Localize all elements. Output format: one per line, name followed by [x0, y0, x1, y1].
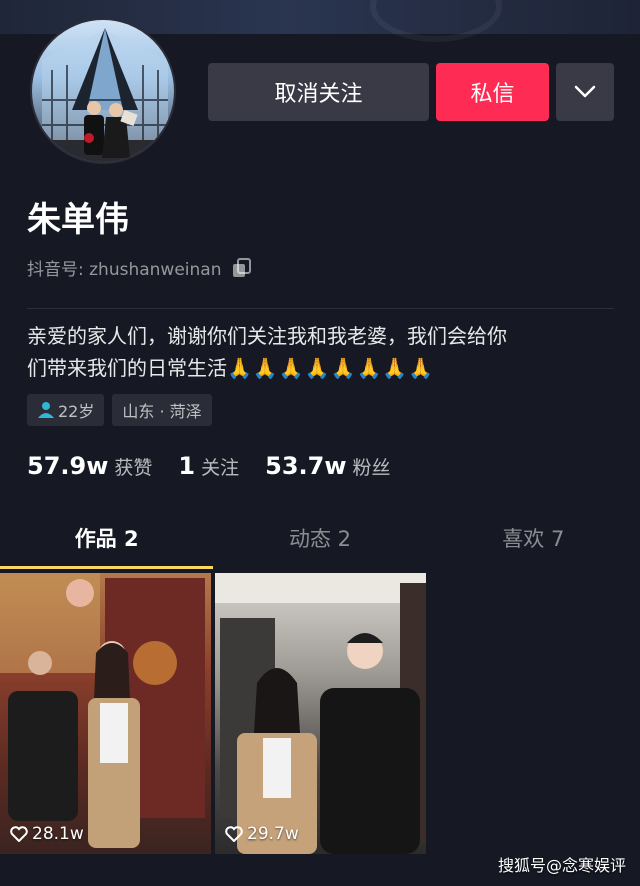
tab-dynamics[interactable]: 动态 2	[213, 508, 426, 568]
likes-stat: 57.9w 获赞	[27, 452, 152, 480]
bio-line-2: 们带来我们的日常生活🙏🙏🙏🙏🙏🙏🙏🙏	[27, 352, 587, 384]
more-button[interactable]	[556, 63, 614, 121]
following-count: 1	[178, 452, 196, 480]
following-label: 关注	[201, 457, 240, 479]
video-thumbnail-image	[215, 573, 426, 854]
profile-tabs: 作品 2 动态 2 喜欢 7	[0, 508, 640, 568]
couple-photo-avatar-icon	[32, 28, 174, 162]
likes-count: 57.9w	[27, 452, 109, 480]
age-tag: 22岁	[27, 394, 105, 426]
chevron-down-icon	[574, 85, 596, 98]
profile-name: 朱单伟	[27, 200, 129, 240]
handle-row: 抖音号: zhushanweinan	[27, 255, 253, 280]
video-thumbnail[interactable]: 29.7w	[215, 573, 426, 854]
heart-icon	[10, 826, 28, 842]
heart-icon	[225, 826, 243, 842]
video-thumbnail-image	[0, 573, 205, 848]
followers-stat[interactable]: 53.7w 粉丝	[265, 452, 390, 480]
tab-likes[interactable]: 喜欢 7	[427, 508, 640, 568]
profile-stats: 57.9w 获赞 1 关注 53.7w 粉丝	[27, 452, 417, 480]
profile-handle: 抖音号: zhushanweinan	[27, 260, 222, 280]
followers-count: 53.7w	[265, 452, 347, 480]
person-icon	[38, 402, 54, 418]
followers-label: 粉丝	[352, 457, 391, 479]
location-label: 山东 · 菏泽	[122, 402, 202, 421]
age-label: 22岁	[58, 402, 95, 421]
profile-bio: 亲爱的家人们，谢谢你们关注我和我老婆，我们会给你 们带来我们的日常生活🙏🙏🙏🙏🙏…	[27, 320, 587, 384]
likes-label: 获赞	[114, 457, 153, 479]
video-thumbnail[interactable]: 28.1w	[0, 573, 211, 854]
following-stat[interactable]: 1 关注	[178, 452, 239, 480]
divider	[27, 308, 614, 309]
profile-tags: 22岁 山东 · 菏泽	[27, 394, 212, 426]
praying-hands-icon: 🙏🙏🙏🙏🙏🙏🙏🙏	[227, 356, 435, 380]
copy-icon[interactable]	[231, 257, 253, 279]
avatar[interactable]	[30, 18, 176, 164]
video-likes-count: 29.7w	[247, 824, 299, 844]
unfollow-button[interactable]: 取消关注	[208, 63, 429, 121]
location-tag: 山东 · 菏泽	[112, 394, 212, 426]
bio-line-1: 亲爱的家人们，谢谢你们关注我和我老婆，我们会给你	[27, 324, 507, 348]
bio-line-2-text: 们带来我们的日常生活	[27, 356, 227, 380]
active-tab-indicator	[0, 566, 213, 569]
video-likes: 28.1w	[10, 824, 84, 844]
watermark: 搜狐号@念寒娱评	[497, 856, 626, 875]
video-likes-count: 28.1w	[32, 824, 84, 844]
tab-works[interactable]: 作品 2	[0, 508, 213, 568]
message-button[interactable]: 私信	[436, 63, 549, 121]
video-likes: 29.7w	[225, 824, 299, 844]
